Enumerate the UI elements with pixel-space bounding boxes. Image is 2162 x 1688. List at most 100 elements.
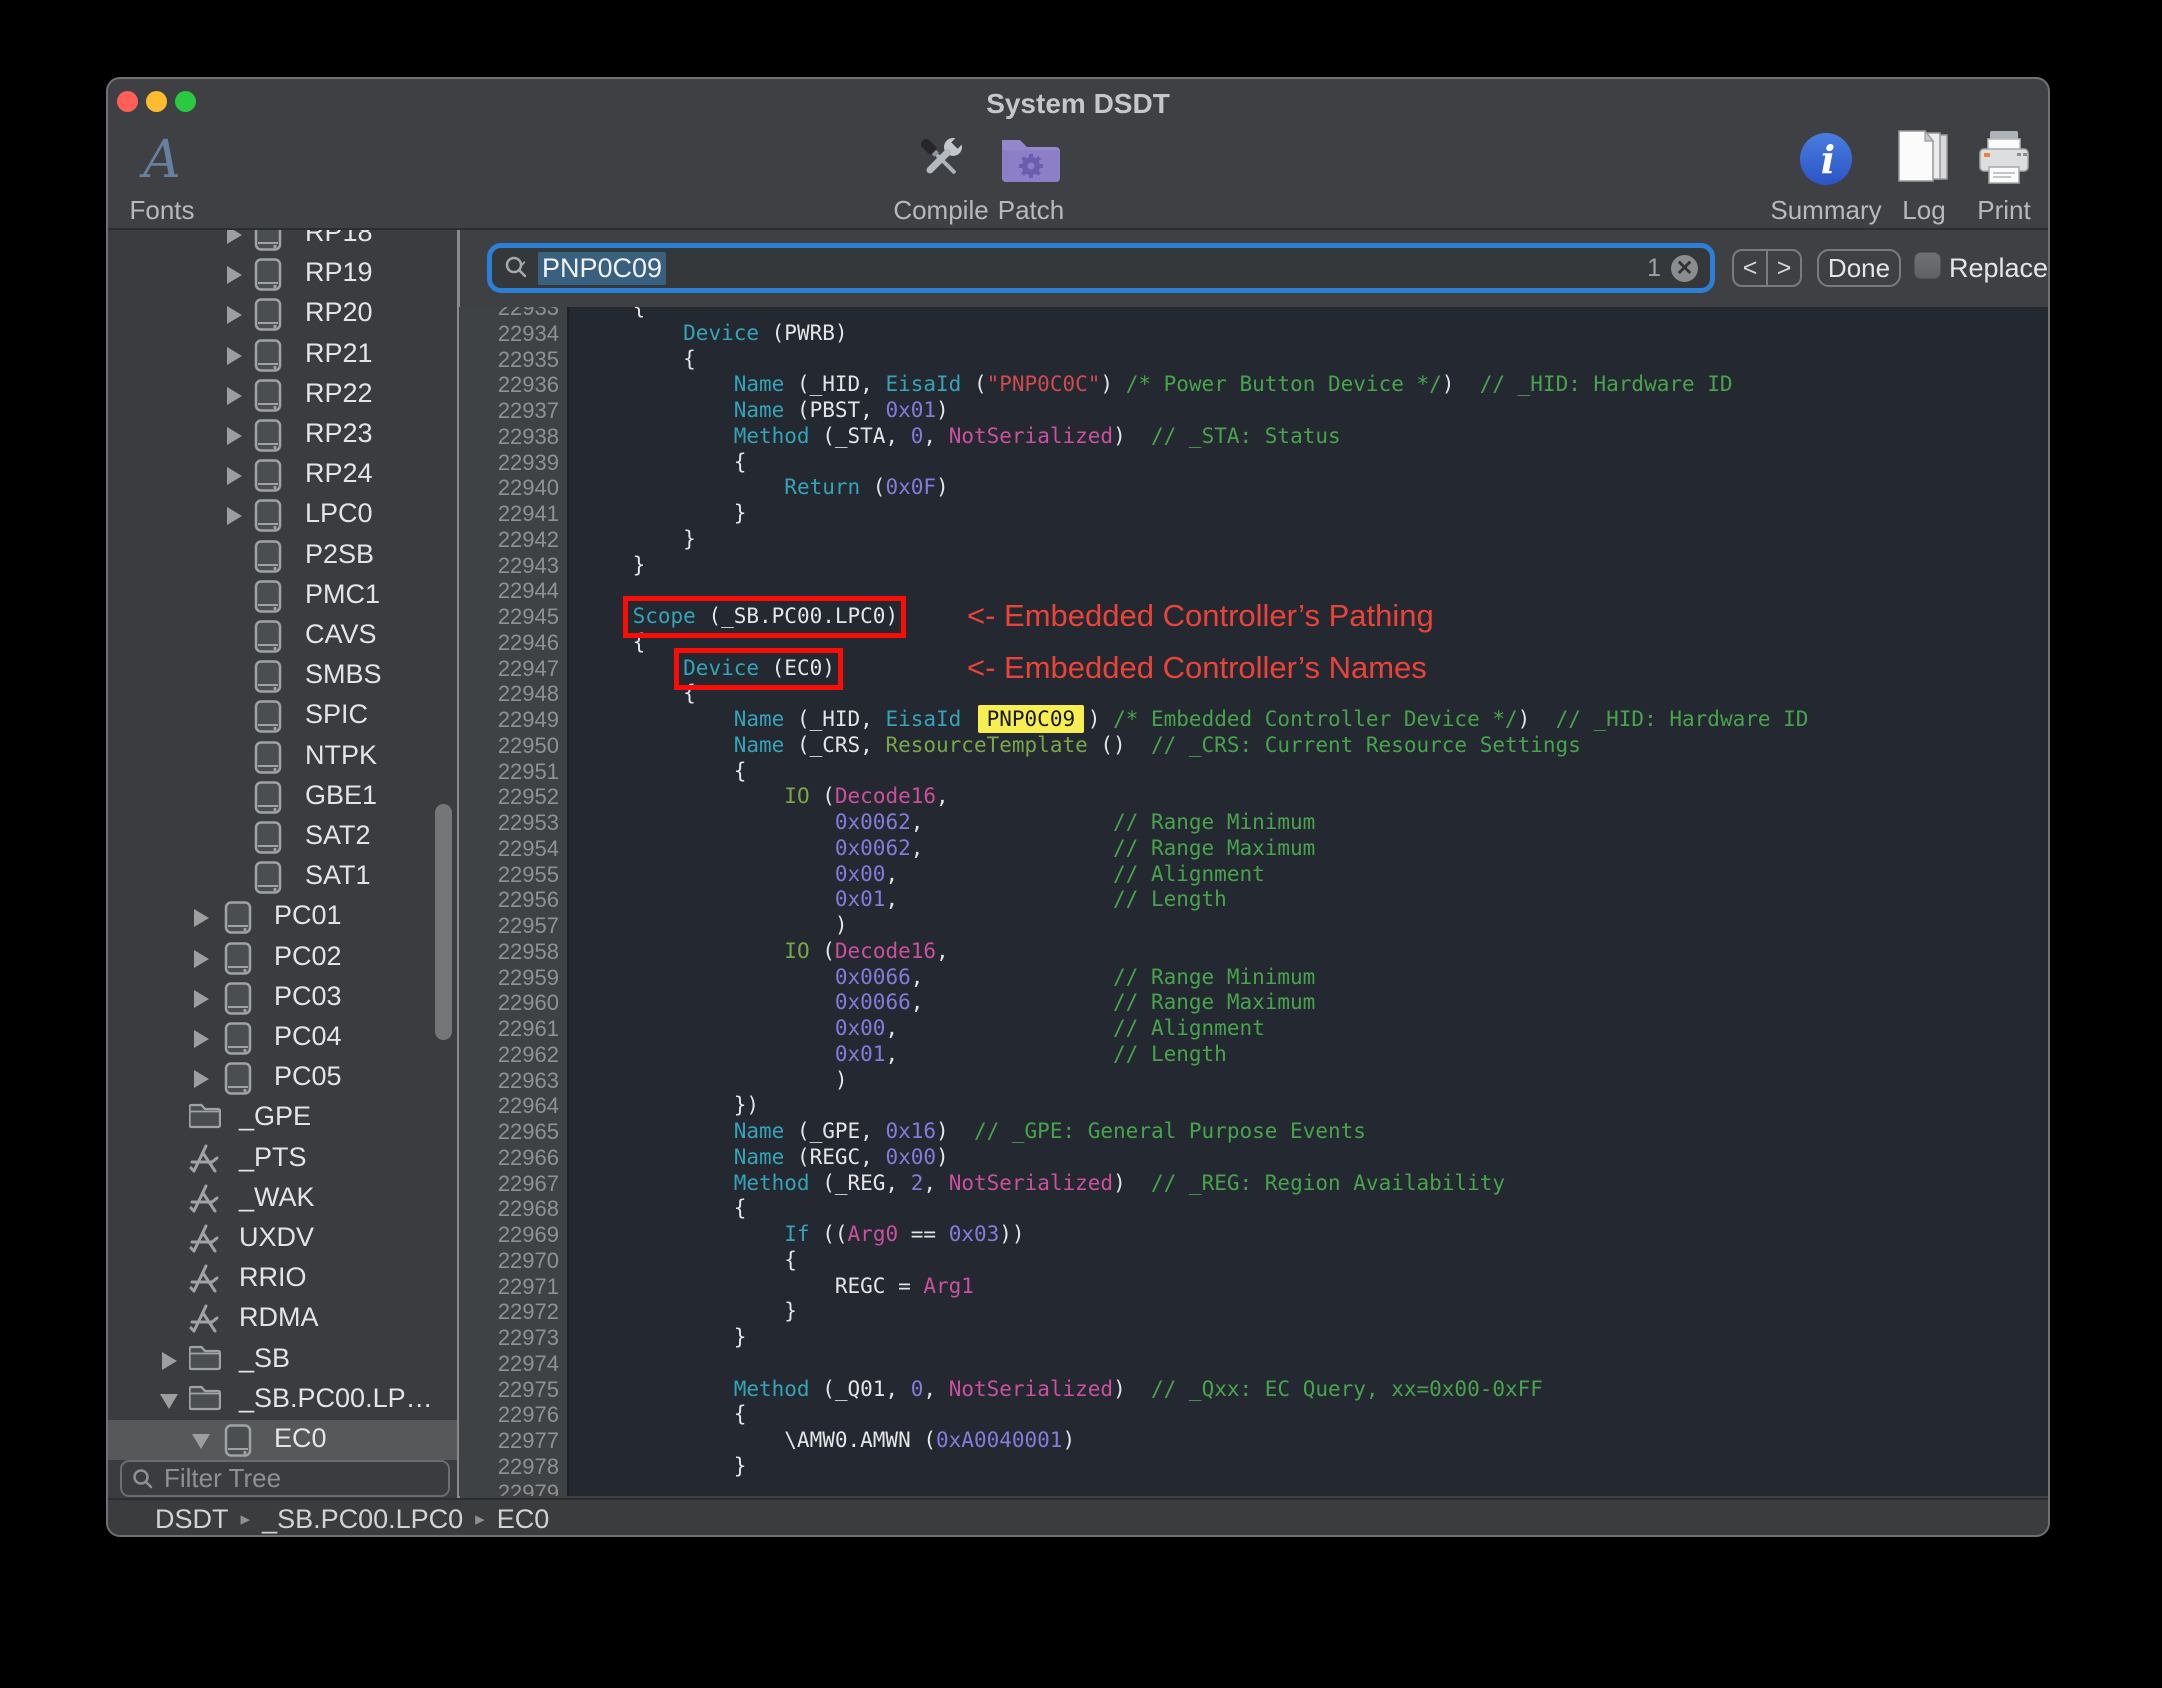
sidebar-item-rp19[interactable]: RP19 [108,254,457,294]
sidebar-item-uxdv[interactable]: UXDV [108,1219,457,1259]
tree-item-label: CAVS [305,619,377,649]
disclosure-closed-icon[interactable] [194,909,209,928]
tree-item-label: SAT2 [305,820,371,850]
sidebar-item-sat1[interactable]: SAT1 [108,857,457,897]
breadcrumb-item[interactable]: _SB.PC00.LPC0 [262,1504,463,1535]
tree-item-label: GBE1 [305,779,378,810]
disclosure-closed-icon[interactable] [227,467,242,486]
sidebar-scrollbar[interactable] [435,804,452,1040]
device-icon [254,230,282,256]
annotation-red-box [623,596,906,638]
sidebar-item-p2sb[interactable]: P2SB [108,536,457,576]
disclosure-closed-icon[interactable] [227,507,242,526]
disclosure-closed-icon[interactable] [227,266,242,285]
method-icon [189,1143,220,1179]
code-line: 22950 Name (_CRS, ResourceTemplate () //… [459,732,2048,759]
device-icon [254,338,282,377]
disclosure-closed-icon[interactable] [194,1070,209,1089]
sidebar-item-pmc1[interactable]: PMC1 [108,576,457,616]
code-text: Name (_CRS, ResourceTemplate () // _CRS:… [733,732,1581,757]
clear-search-icon[interactable]: ✕ [1671,254,1698,282]
code-text: } [582,501,747,525]
sidebar-item-pc02[interactable]: PC02 [108,938,457,978]
find-previous-button[interactable]: < [1734,251,1768,285]
search-selected-text: PNP0C09 [538,251,667,285]
sidebar-item-cavs[interactable]: CAVS [108,616,457,656]
disclosure-closed-icon[interactable] [227,346,242,365]
line-number: 22974 [497,1350,559,1376]
disclosure-closed-icon[interactable] [227,427,242,445]
code-line: 22971 REGC = Arg1 [459,1274,2048,1300]
find-search-input[interactable]: PNP0C09 1 ✕ [492,248,1710,288]
disclosure-open-icon[interactable] [192,1434,210,1449]
disclosure-closed-icon[interactable] [194,989,209,1008]
code-text: IO (Decode16, [784,784,949,809]
line-number: 22972 [497,1299,559,1325]
code-line: 22936 Name (_HID, EisaId ("PNP0C0C") /* … [459,372,2048,398]
tree-item-label: RP20 [305,297,373,328]
svg-text:A: A [139,130,181,189]
sidebar-item-rrio[interactable]: RRIO [108,1259,457,1299]
print-button[interactable]: Print [1944,129,2048,226]
patch-button[interactable]: Patch [971,129,1091,226]
sidebar-item-pts[interactable]: _PTS [108,1139,457,1179]
disclosure-closed-icon[interactable] [194,949,209,968]
find-next-button[interactable]: > [1768,251,1800,285]
app-window: System DSDT A Fonts Compile Patch i Summ… [106,77,2050,1537]
tree-item-label: PC04 [274,1021,342,1051]
sidebar-item-smbs[interactable]: SMBS [108,656,457,696]
sidebar-item-rp18[interactable]: RP18 [108,230,457,254]
replace-checkbox[interactable] [1914,252,1941,279]
sidebar-item-pc05[interactable]: PC05 [108,1058,457,1098]
code-text: } [582,1453,747,1478]
window-title: System DSDT [986,88,1170,119]
sidebar-item-rdma[interactable]: RDMA [108,1299,457,1339]
code-editor[interactable]: 22933 {22934 Device (PWRB) 22935 {22936 N… [459,307,2048,1496]
sidebar-item-spic[interactable]: SPIC [108,696,457,736]
sidebar-item-pc03[interactable]: PC03 [108,978,457,1018]
device-icon [254,499,282,537]
breadcrumb-item[interactable]: DSDT [155,1504,229,1535]
sidebar-item-rp23[interactable]: RP23 [108,415,457,455]
code-line: 22964 }) [459,1093,2048,1119]
disclosure-closed-icon[interactable] [162,1351,177,1370]
code-line: 22957 ) [459,913,2048,939]
sidebar-item-sb[interactable]: _SB [108,1340,457,1380]
sidebar-item-ec0[interactable]: EC0 [108,1420,457,1460]
method-icon [189,1263,220,1299]
sidebar-item-sat2[interactable]: SAT2 [108,817,457,857]
sidebar-item-lpc0[interactable]: LPC0 [108,495,457,535]
fonts-button[interactable]: A Fonts [108,129,222,226]
code-text: Method (_Q01, 0, NotSerialized) // _Qxx:… [733,1376,1543,1401]
sidebar-item-pc01[interactable]: PC01 [108,897,457,937]
code-text: { [582,307,646,319]
disclosure-closed-icon[interactable] [194,1030,209,1048]
breadcrumb-item[interactable]: EC0 [497,1504,550,1535]
line-number: 22942 [497,526,559,552]
sidebar-item-gbe1[interactable]: GBE1 [108,777,457,817]
search-menu-icon[interactable] [504,255,530,281]
sidebar-item-sbpc00lp[interactable]: _SB.PC00.LP… [108,1380,457,1420]
sidebar-item-wak[interactable]: _WAK [108,1179,457,1219]
filter-tree-input[interactable]: Filter Tree [120,1460,450,1497]
done-button[interactable]: Done [1817,249,1901,287]
code-text: { [582,346,696,371]
disclosure-open-icon[interactable] [160,1393,178,1409]
tree-item-label: _SB [239,1342,291,1373]
sidebar-item-ntpk[interactable]: NTPK [108,737,457,777]
device-icon [224,1022,252,1060]
sidebar-item-rp20[interactable]: RP20 [108,294,457,334]
disclosure-closed-icon[interactable] [227,306,242,325]
sidebar-item-rp22[interactable]: RP22 [108,375,457,415]
disclosure-closed-icon[interactable] [227,386,242,405]
code-text: 0x0062, // Range Maximum [834,835,1316,860]
sidebar-item-pc04[interactable]: PC04 [108,1018,457,1058]
sidebar-item-rp24[interactable]: RP24 [108,455,457,495]
tree-item-label: _GPE [239,1101,312,1132]
sidebar-item-gpe[interactable]: _GPE [108,1098,457,1138]
sidebar-item-rp21[interactable]: RP21 [108,335,457,375]
tree-item-label: SAT1 [305,860,371,891]
filter-placeholder: Filter Tree [164,1463,282,1493]
disclosure-closed-icon[interactable] [227,230,242,244]
line-number: 22938 [497,423,559,449]
